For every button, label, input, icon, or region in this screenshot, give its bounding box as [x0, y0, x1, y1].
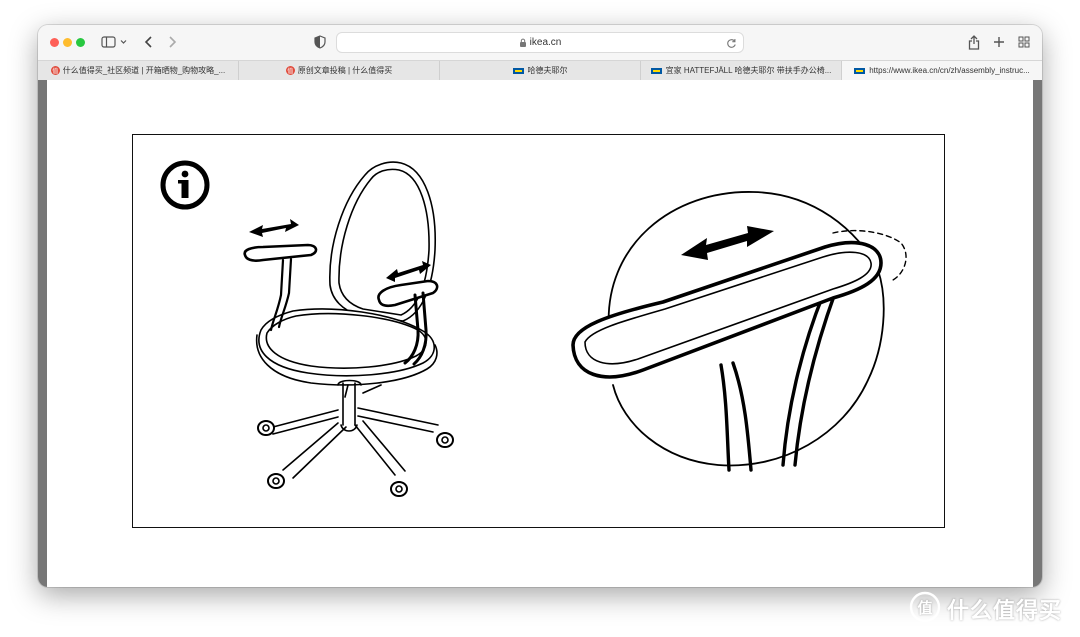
- sidebar-toggle-icon[interactable]: [100, 31, 130, 53]
- close-window-button[interactable]: [50, 38, 59, 47]
- tab-label: https://www.ikea.cn/cn/zh/assembly_instr…: [869, 66, 1030, 75]
- info-icon: [160, 160, 210, 210]
- tab-label: 哈德夫耶尔: [527, 66, 568, 75]
- svg-text:值: 值: [917, 599, 932, 617]
- tab-ikea-product[interactable]: 宜家 HATTEFJÄLL 哈德夫耶尔 带扶手办公椅...: [641, 61, 842, 80]
- address-text: ikea.cn: [529, 37, 562, 48]
- tab-smzdm-submit[interactable]: 值 原创文章投稿 | 什么值得买: [239, 61, 440, 80]
- tab-label: 什么值得买_社区频道 | 开箱晒物_购物攻略_...: [62, 66, 226, 75]
- smzdm-logo-icon: 值: [909, 591, 941, 628]
- chair-illustration: [243, 161, 454, 497]
- ikea-icon: [854, 67, 866, 74]
- tab-ikea-assembly[interactable]: https://www.ikea.cn/cn/zh/assembly_instr…: [842, 61, 1042, 80]
- assembly-instruction-page: [47, 80, 1033, 587]
- smzdm-watermark: 值 什么值得买: [909, 591, 1062, 627]
- assembly-drawing: [160, 160, 907, 497]
- assembly-illustration: [132, 134, 945, 528]
- privacy-shield-icon[interactable]: [312, 31, 328, 53]
- address-bar[interactable]: ikea.cn: [336, 32, 744, 53]
- adjust-arrow-left: [249, 219, 299, 237]
- lock-icon: [519, 34, 527, 52]
- tab-bar: 值 什么值得买_社区频道 | 开箱晒物_购物攻略_... 值 原创文章投稿 | …: [38, 60, 1042, 81]
- toolbar: ikea.cn: [38, 25, 1042, 60]
- tab-label: 原创文章投稿 | 什么值得买: [297, 66, 393, 75]
- adjust-arrow-large: [681, 226, 774, 260]
- back-icon[interactable]: [141, 31, 157, 53]
- smzdm-icon: 值: [50, 66, 60, 75]
- web-content: [38, 80, 1042, 587]
- browser-window: ikea.cn 值 什么值得买_社区频道 | 开箱晒物_购物攻略_... 值 原…: [38, 25, 1042, 587]
- tab-smzdm-community[interactable]: 值 什么值得买_社区频道 | 开箱晒物_购物攻略_...: [38, 61, 239, 80]
- reload-icon[interactable]: [726, 36, 737, 54]
- tab-label: 宜家 HATTEFJÄLL 哈德夫耶尔 带扶手办公椅...: [665, 66, 832, 75]
- ikea-icon: [512, 67, 524, 74]
- smzdm-icon: 值: [285, 66, 295, 75]
- forward-icon[interactable]: [164, 31, 180, 53]
- new-tab-icon[interactable]: [991, 31, 1007, 53]
- armrest-detail-zoom: [571, 191, 907, 472]
- share-icon[interactable]: [966, 31, 982, 53]
- tab-overview-icon[interactable]: [1016, 31, 1032, 53]
- minimize-window-button[interactable]: [63, 38, 72, 47]
- watermark-text: 什么值得买: [947, 598, 1063, 623]
- ikea-icon: [650, 67, 662, 74]
- zoom-window-button[interactable]: [76, 38, 85, 47]
- tab-ikea-hattefjall[interactable]: 哈德夫耶尔: [440, 61, 641, 80]
